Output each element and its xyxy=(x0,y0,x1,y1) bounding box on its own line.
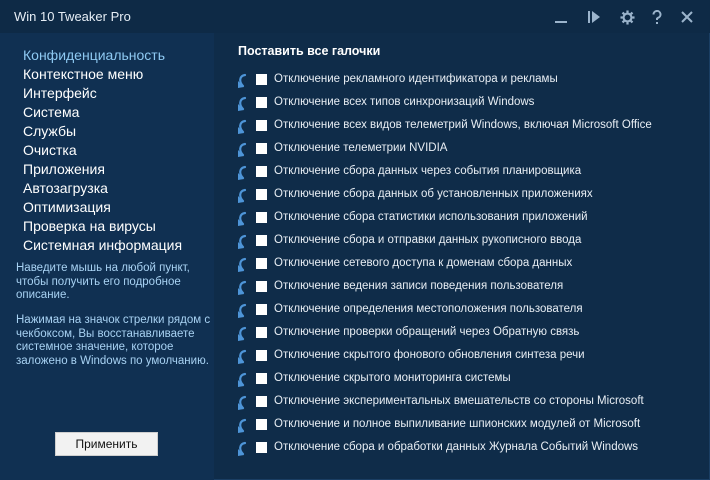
option-checkbox[interactable] xyxy=(256,281,267,292)
option-row: Отключение всех типов синхронизаций Wind… xyxy=(232,94,702,117)
option-label: Отключение и полное выпиливание шпионски… xyxy=(274,418,641,430)
main-panel: Поставить все галочки Отключение рекламн… xyxy=(214,33,710,480)
app-window: Win 10 Tweaker Pro Конфиденциальность Ко… xyxy=(0,0,710,480)
option-label: Отключение всех видов телеметрий Windows… xyxy=(274,119,652,131)
option-checkbox[interactable] xyxy=(256,396,267,407)
sidebar-item-cleanup[interactable]: Очистка xyxy=(23,141,182,160)
restore-default-icon[interactable] xyxy=(232,234,250,250)
restore-default-icon[interactable] xyxy=(232,73,250,89)
option-label: Отключение всех типов синхронизаций Wind… xyxy=(274,96,535,108)
option-checkbox[interactable] xyxy=(256,304,267,315)
sidebar-item-system[interactable]: Система xyxy=(23,103,182,122)
option-checkbox[interactable] xyxy=(256,97,267,108)
restore-default-icon[interactable] xyxy=(232,395,250,411)
restore-default-icon[interactable] xyxy=(232,372,250,388)
option-checkbox[interactable] xyxy=(256,419,267,430)
sidebar-item-privacy[interactable]: Конфиденциальность xyxy=(23,46,182,65)
sidebar-item-context-menu[interactable]: Контекстное меню xyxy=(23,65,182,84)
option-checkbox[interactable] xyxy=(256,327,267,338)
option-label: Отключение ведения записи поведения поль… xyxy=(274,280,564,292)
play-icon[interactable] xyxy=(583,6,605,28)
sidebar-item-startup[interactable]: Автозагрузка xyxy=(23,179,182,198)
option-row: Отключение всех видов телеметрий Windows… xyxy=(232,117,702,140)
gear-icon[interactable] xyxy=(616,6,638,28)
sidebar-item-services[interactable]: Службы xyxy=(23,122,182,141)
option-row: Отключение экспериментальных вмешательст… xyxy=(232,393,702,416)
restore-default-icon[interactable] xyxy=(232,211,250,227)
option-label: Отключение сбора данных об установленных… xyxy=(274,188,593,200)
option-label: Отключение телеметрии NVIDIA xyxy=(274,142,448,154)
option-label: Отключение проверки обращений через Обра… xyxy=(274,326,580,338)
restore-default-icon[interactable] xyxy=(232,326,250,342)
close-icon[interactable] xyxy=(676,6,698,28)
option-label: Отключение скрытого мониторинга системы xyxy=(274,372,511,384)
hover-hint-text: Наведите мышь на любой пункт, чтобы полу… xyxy=(16,262,190,301)
option-label: Отключение скрытого фонового обновления … xyxy=(274,349,585,361)
minimize-icon[interactable] xyxy=(550,6,572,28)
restore-default-icon[interactable] xyxy=(232,303,250,319)
sidebar-item-system-info[interactable]: Системная информация xyxy=(23,236,182,255)
sidebar: Конфиденциальность Контекстное меню Инте… xyxy=(0,33,214,480)
option-label: Отключение сбора статистики использовани… xyxy=(274,211,588,223)
option-row: Отключение рекламного идентификатора и р… xyxy=(232,71,702,94)
option-checkbox[interactable] xyxy=(256,373,267,384)
option-checkbox[interactable] xyxy=(256,189,267,200)
option-checkbox[interactable] xyxy=(256,143,267,154)
options-list: Отключение рекламного идентификатора и р… xyxy=(232,71,702,462)
apply-button[interactable]: Применить xyxy=(55,432,158,456)
restore-default-icon[interactable] xyxy=(232,165,250,181)
option-row: Отключение скрытого фонового обновления … xyxy=(232,347,702,370)
option-row: Отключение сбора данных об установленных… xyxy=(232,186,702,209)
sidebar-item-virus-scan[interactable]: Проверка на вирусы xyxy=(23,217,182,236)
option-label: Отключение экспериментальных вмешательст… xyxy=(274,395,644,407)
option-row: Отключение сетевого доступа к доменам сб… xyxy=(232,255,702,278)
restore-hint-text: Нажимая на значок стрелки рядом с чекбок… xyxy=(16,314,211,367)
option-checkbox[interactable] xyxy=(256,235,267,246)
option-row: Отключение сбора данных через события пл… xyxy=(232,163,702,186)
restore-default-icon[interactable] xyxy=(232,257,250,273)
title-bar[interactable]: Win 10 Tweaker Pro xyxy=(0,0,710,33)
option-checkbox[interactable] xyxy=(256,120,267,131)
option-checkbox[interactable] xyxy=(256,166,267,177)
option-row: Отключение сбора и обработки данных Журн… xyxy=(232,439,702,462)
option-row: Отключение сбора и отправки данных рукоп… xyxy=(232,232,702,255)
sidebar-item-interface[interactable]: Интерфейс xyxy=(23,84,182,103)
option-row: Отключение проверки обращений через Обра… xyxy=(232,324,702,347)
sidebar-item-optimization[interactable]: Оптимизация xyxy=(23,198,182,217)
window-title: Win 10 Tweaker Pro xyxy=(14,9,131,24)
option-label: Отключение сбора и отправки данных рукоп… xyxy=(274,234,582,246)
restore-default-icon[interactable] xyxy=(232,119,250,135)
option-row: Отключение скрытого мониторинга системы xyxy=(232,370,702,393)
restore-default-icon[interactable] xyxy=(232,349,250,365)
option-checkbox[interactable] xyxy=(256,258,267,269)
option-checkbox[interactable] xyxy=(256,74,267,85)
option-label: Отключение рекламного идентификатора и р… xyxy=(274,73,558,85)
option-row: Отключение и полное выпиливание шпионски… xyxy=(232,416,702,439)
option-checkbox[interactable] xyxy=(256,212,267,223)
restore-default-icon[interactable] xyxy=(232,441,250,457)
option-label: Отключение сбора данных через события пл… xyxy=(274,165,582,177)
option-row: Отключение сбора статистики использовани… xyxy=(232,209,702,232)
restore-default-icon[interactable] xyxy=(232,280,250,296)
option-label: Отключение определения местоположения по… xyxy=(274,303,583,315)
check-all-button[interactable]: Поставить все галочки xyxy=(238,44,380,58)
option-row: Отключение телеметрии NVIDIA xyxy=(232,140,702,163)
option-row: Отключение ведения записи поведения поль… xyxy=(232,278,702,301)
option-label: Отключение сбора и обработки данных Журн… xyxy=(274,441,639,453)
option-checkbox[interactable] xyxy=(256,350,267,361)
sidebar-nav: Конфиденциальность Контекстное меню Инте… xyxy=(23,46,182,255)
option-row: Отключение определения местоположения по… xyxy=(232,301,702,324)
restore-default-icon[interactable] xyxy=(232,96,250,112)
option-label: Отключение сетевого доступа к доменам сб… xyxy=(274,257,573,269)
restore-default-icon[interactable] xyxy=(232,188,250,204)
option-checkbox[interactable] xyxy=(256,442,267,453)
restore-default-icon[interactable] xyxy=(232,418,250,434)
restore-default-icon[interactable] xyxy=(232,142,250,158)
help-icon[interactable] xyxy=(646,6,668,28)
sidebar-item-apps[interactable]: Приложения xyxy=(23,160,182,179)
